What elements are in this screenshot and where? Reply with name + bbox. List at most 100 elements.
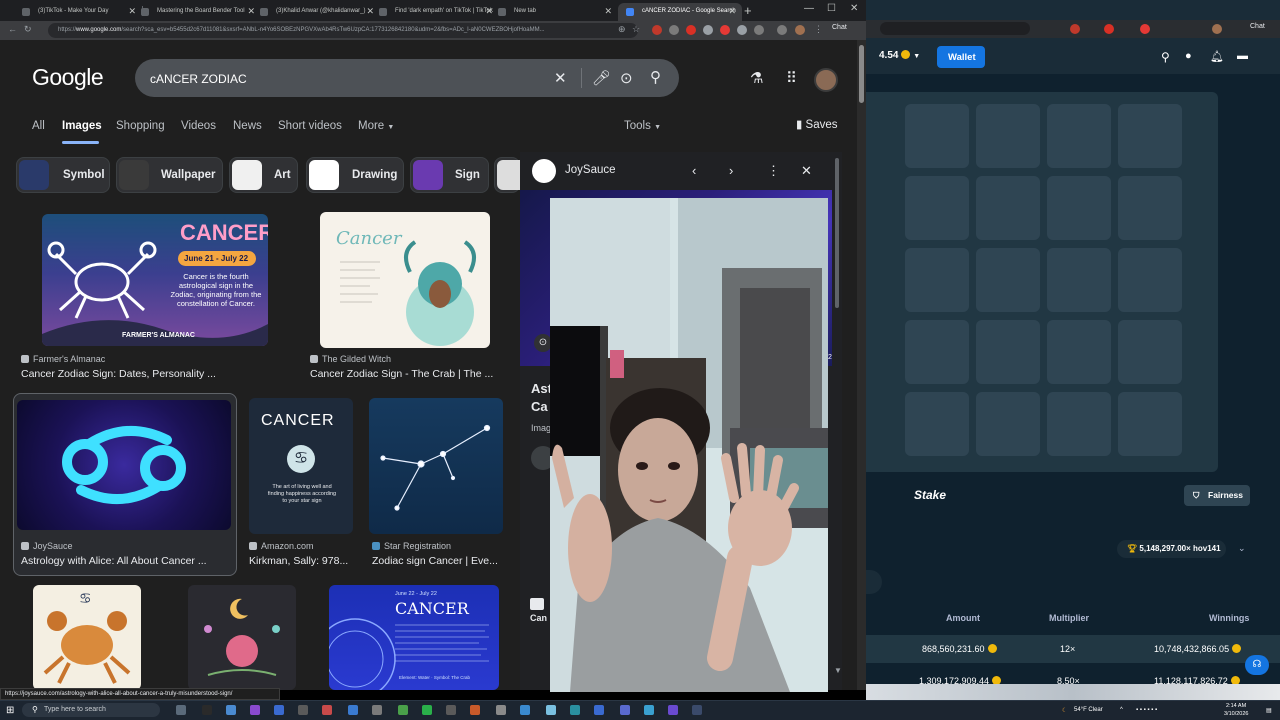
profile-avatar[interactable] [795, 25, 805, 35]
search-icon[interactable]: ⚲ [1161, 50, 1170, 64]
result-image-farmers-almanac[interactable]: CANCER June 21 - July 22 Cancer is the f… [42, 214, 268, 346]
page-scrollbar[interactable] [857, 40, 866, 690]
close-tab-icon[interactable]: ✕ [604, 6, 612, 17]
app-icon[interactable] [250, 705, 260, 715]
app-icon[interactable] [398, 705, 408, 715]
mine-tile[interactable] [1118, 320, 1182, 384]
panel-title-line2[interactable]: Ca [531, 399, 548, 414]
search-icon[interactable]: ⚲ [650, 68, 661, 86]
discord-icon[interactable] [620, 705, 630, 715]
mine-tile[interactable] [1047, 104, 1111, 168]
fairness-button[interactable]: ⛉ Fairness [1184, 485, 1250, 506]
scroll-down-icon[interactable]: ▼ [834, 666, 842, 675]
app-icon[interactable] [322, 705, 332, 715]
taskbar-search[interactable]: Type here to search [22, 703, 160, 717]
new-tab-button[interactable]: + [744, 3, 752, 18]
apps-grid-icon[interactable]: ⠿ [786, 69, 797, 87]
mine-tile[interactable] [905, 176, 969, 240]
result-caption-farmers-almanac[interactable]: Cancer Zodiac Sign: Dates, Personality .… [21, 368, 216, 380]
bookmark-star-icon[interactable]: ☆ [632, 24, 640, 35]
tab-dark-empath[interactable]: Find 'dark empath' on TikTok | TikTok ✕ [371, 3, 499, 21]
app-icon[interactable] [570, 705, 580, 715]
tab-google-search[interactable]: cANCER ZODIAC - Google Search ✕ [618, 3, 742, 21]
live-support-icon[interactable]: ☊ [1245, 655, 1269, 675]
mine-tile[interactable] [976, 104, 1040, 168]
chip-sign[interactable]: Sign [410, 157, 489, 193]
second-address-bar[interactable] [880, 22, 1030, 35]
previous-arrow-icon[interactable]: ‹ [692, 163, 696, 178]
result-caption-star-registration[interactable]: Zodiac sign Cancer | Eve... [372, 555, 498, 567]
labs-flask-icon[interactable]: ⚗ [750, 69, 763, 87]
result-caption-joysauce[interactable]: Astrology with Alice: All About Cancer .… [21, 555, 207, 567]
app-icon[interactable] [546, 705, 556, 715]
search-input[interactable]: cANCER ZODIAC [150, 72, 247, 86]
chat-button[interactable]: Chat [832, 24, 847, 31]
weather-text[interactable]: 54°F Clear [1074, 707, 1103, 713]
mine-tile[interactable] [905, 320, 969, 384]
panel-related-label[interactable]: Can [530, 613, 547, 623]
mine-tile[interactable] [905, 104, 969, 168]
app-icon[interactable] [496, 705, 506, 715]
extension-icon[interactable] [754, 25, 764, 35]
saves-button[interactable]: ▮ Saves [796, 117, 838, 131]
mine-tile[interactable] [1047, 176, 1111, 240]
extension-icon[interactable] [669, 25, 679, 35]
tab-news[interactable]: News [233, 120, 262, 132]
result-image-cancer-zodiac-card[interactable]: June 22 - July 22 CANCER Element: Water … [329, 585, 499, 690]
clock-time[interactable]: 2:14 AM [1226, 703, 1246, 709]
mine-tile[interactable] [976, 320, 1040, 384]
mine-tile[interactable] [976, 248, 1040, 312]
close-window-icon[interactable]: ✕ [850, 3, 858, 14]
panel-title[interactable]: Ast [531, 381, 552, 396]
extension-icon[interactable] [686, 25, 696, 35]
tools-button[interactable]: Tools ▼ [624, 120, 661, 132]
app-icon[interactable] [668, 705, 678, 715]
high-roller-badge[interactable]: 🏆︎ 5,148,297.00× hov141 [1117, 540, 1226, 558]
app-icon[interactable] [348, 705, 358, 715]
profile-avatar[interactable] [1212, 24, 1222, 34]
steam-icon[interactable] [692, 705, 702, 715]
result-caption-gilded-witch[interactable]: Cancer Zodiac Sign - The Crab | The ... [310, 368, 493, 380]
extensions-puzzle-icon[interactable] [737, 25, 747, 35]
mine-tile[interactable] [1118, 392, 1182, 456]
tab-short-videos[interactable]: Short videos [278, 120, 342, 132]
app-icon[interactable] [644, 705, 654, 715]
tab-more[interactable]: More ▼ [358, 120, 394, 132]
reload-icon[interactable]: ↻ [24, 24, 32, 35]
page-scroll-thumb[interactable] [859, 45, 864, 103]
extension-icon[interactable] [720, 25, 730, 35]
microphone-icon[interactable]: 🎤︎ [592, 69, 611, 87]
mine-tile[interactable] [976, 176, 1040, 240]
tab-khalid-anwar[interactable]: (3)Khalid Anwar (@khalidanwar_) ✕ [252, 3, 380, 21]
tab-new-tab[interactable]: New tab ✕ [490, 3, 618, 21]
panel-scrollbar[interactable] [835, 158, 839, 308]
result-image-crab-drawing[interactable]: ♋︎ [33, 585, 141, 690]
panel-menu-icon[interactable]: ⋮ [767, 163, 780, 179]
mine-tile[interactable] [905, 392, 969, 456]
menu-dots-icon[interactable]: ⋮ [814, 24, 823, 35]
mine-tile[interactable] [1047, 248, 1111, 312]
chip-symbol[interactable]: Symbol [16, 157, 110, 193]
extension-icon[interactable] [1140, 24, 1150, 34]
app-icon[interactable] [520, 705, 530, 715]
clock-date[interactable]: 3/10/2026 [1224, 711, 1248, 717]
chip-drawing[interactable]: Drawing [306, 157, 404, 193]
user-icon[interactable]: ● [1185, 50, 1192, 62]
extension-icon[interactable] [703, 25, 713, 35]
extension-icon[interactable] [1104, 24, 1114, 34]
wallet-button[interactable]: Wallet [937, 46, 985, 68]
maximize-icon[interactable]: ☐ [827, 3, 836, 14]
chat-button[interactable]: Chat [1250, 23, 1265, 30]
chevron-down-icon[interactable]: ⌄ [1238, 543, 1246, 554]
mine-tile[interactable] [1047, 320, 1111, 384]
chip-wallpaper[interactable]: Wallpaper [116, 157, 223, 193]
address-bar[interactable]: https://www.google.com/search?sca_esv=b5… [48, 23, 638, 38]
result-caption-amazon[interactable]: Kirkman, Sally: 978... [249, 555, 348, 567]
app-icon[interactable] [372, 705, 382, 715]
lens-icon[interactable]: ⊙ [620, 69, 633, 87]
next-arrow-icon[interactable]: › [729, 163, 733, 178]
chrome-icon[interactable] [226, 705, 236, 715]
task-view-icon[interactable] [176, 705, 186, 715]
tab-board-bender[interactable]: Mastering the Board Bender Tool ✕ [133, 3, 261, 21]
extension-icon[interactable] [1070, 24, 1080, 34]
